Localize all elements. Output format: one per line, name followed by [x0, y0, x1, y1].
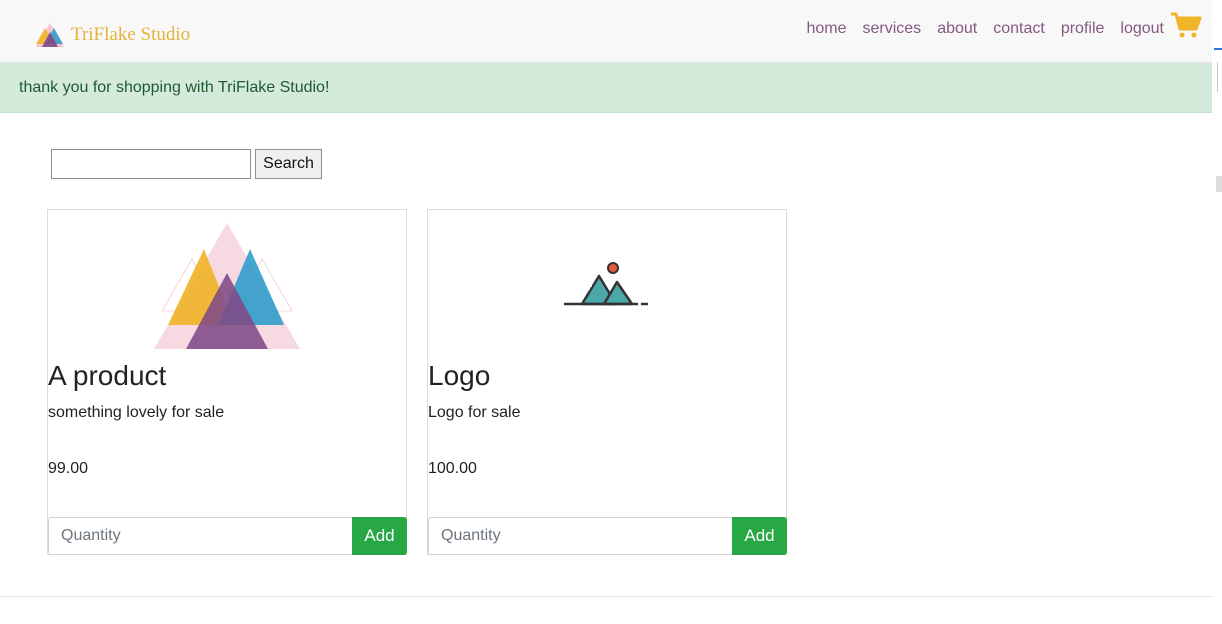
nav-services[interactable]: services	[863, 20, 922, 38]
product-title: Logo	[428, 360, 491, 391]
nav-links: home services about contact profile logo…	[790, 20, 1164, 38]
footer-divider	[0, 596, 1212, 597]
nav-home[interactable]: home	[806, 20, 846, 38]
add-to-cart-button[interactable]: Add	[732, 517, 787, 555]
scrollbar-thumb[interactable]	[1216, 176, 1222, 192]
product-price: 99.00	[48, 460, 89, 477]
product-card: A product something lovely for sale 99.0…	[47, 209, 407, 555]
product-description: something lovely for sale	[48, 404, 225, 421]
window-edge-accent	[1214, 48, 1222, 50]
brand[interactable]: TriFlake Studio	[35, 20, 190, 50]
window-edge-line	[1217, 62, 1218, 92]
quantity-input[interactable]	[428, 517, 733, 555]
triflake-logo-icon	[36, 23, 64, 47]
search-input[interactable]	[51, 149, 251, 179]
nav-logout[interactable]: logout	[1120, 20, 1164, 38]
nav-contact[interactable]: contact	[993, 20, 1045, 38]
window-edge	[1214, 0, 1222, 624]
shopping-cart-icon[interactable]	[1170, 11, 1202, 39]
product-image	[48, 216, 406, 356]
product-description: Logo for sale	[428, 404, 521, 421]
product-price: 100.00	[428, 460, 477, 477]
success-alert: thank you for shopping with TriFlake Stu…	[0, 63, 1212, 113]
search-button[interactable]: Search	[255, 149, 322, 179]
product-card: Logo Logo for sale 100.00 Add	[427, 209, 787, 555]
quantity-input[interactable]	[48, 517, 353, 555]
add-to-cart-button[interactable]: Add	[352, 517, 407, 555]
nav-profile[interactable]: profile	[1061, 20, 1105, 38]
nav-about[interactable]: about	[937, 20, 977, 38]
mountain-landscape-image	[564, 262, 648, 306]
brand-name: TriFlake Studio	[71, 24, 191, 45]
product-title: A product	[48, 360, 167, 391]
triflake-triangles-image	[154, 223, 300, 349]
navbar: TriFlake Studio home services about cont…	[0, 0, 1212, 63]
product-image	[428, 216, 786, 356]
alert-message: thank you for shopping with TriFlake Stu…	[19, 79, 330, 96]
